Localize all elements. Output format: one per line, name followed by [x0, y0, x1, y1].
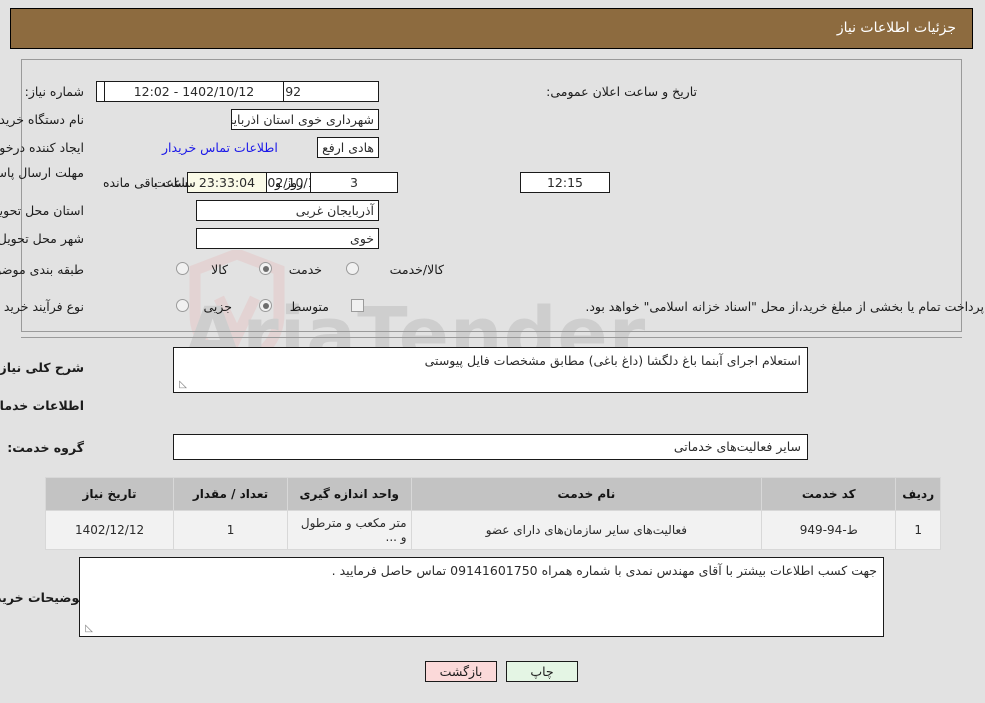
- section-divider: [22, 337, 963, 338]
- col-header-name: نام خدمت: [411, 477, 764, 511]
- public-announce-value: 1402/10/12 - 12:02: [105, 81, 285, 102]
- delivery-province-value: آذربایجان غربی: [197, 200, 380, 221]
- treasury-bond-text: پرداخت تمام یا بخشی از مبلغ خرید،از محل …: [586, 299, 985, 314]
- resize-grip-icon[interactable]: ◺: [178, 380, 188, 390]
- buyer-org-value: شهرداری خوی استان اذربایجان غربی: [232, 109, 380, 130]
- deadline-label: مهلت ارسال پاسخ: تا تاریخ:: [0, 165, 85, 180]
- table-header-row: ردیف کد خدمت نام خدمت واحد اندازه گیری ت…: [45, 477, 942, 511]
- deadline-label-text: مهلت ارسال پاسخ: تا تاریخ:: [0, 165, 85, 180]
- service-group-field[interactable]: سایر فعالیت‌های خدماتی: [174, 434, 809, 460]
- page-title: جزئیات اطلاعات نیاز: [837, 20, 957, 36]
- public-announce-label: تاریخ و ساعت اعلان عمومی:: [547, 84, 698, 99]
- buyer-notes-label: توضیحات خریدار:: [0, 590, 85, 605]
- subject-category-label: طبقه بندی موضوعی:: [0, 262, 85, 277]
- services-info-title: اطلاعات خدمات مورد نیاز: [0, 398, 85, 413]
- cell-service-code: ط-94-949: [762, 510, 898, 550]
- delivery-city-label: شهر محل تحویل:: [0, 231, 85, 246]
- countdown-timer-value: 23:33:04: [188, 172, 268, 193]
- cell-service-name: فعالیت‌های سایر سازمان‌های دارای عضو: [411, 510, 764, 550]
- request-creator-value: هادی ارفع نیا کارشناس امور مالی شهرداری …: [318, 137, 380, 158]
- radio-category-kala[interactable]: [177, 262, 190, 275]
- buyer-notes-textarea[interactable]: جهت کسب اطلاعات بیشتر با آقای مهندس نمدی…: [80, 557, 885, 637]
- deadline-time-value: 12:15: [521, 172, 611, 193]
- page-header-bar: جزئیات اطلاعات نیاز: [11, 8, 974, 49]
- need-number-label: شماره نیاز:: [25, 84, 85, 99]
- col-header-unit: واحد اندازه گیری: [287, 477, 413, 511]
- service-group-value: سایر فعالیت‌های خدماتی: [674, 439, 802, 454]
- buyer-notes-value: جهت کسب اطلاعات بیشتر با آقای مهندس نمدی…: [332, 563, 878, 578]
- print-button[interactable]: چاپ: [507, 661, 579, 682]
- cell-qty: 1: [174, 510, 289, 550]
- remaining-days-label: روز و: [276, 175, 305, 190]
- cell-row-index: 1: [896, 510, 942, 550]
- radio-category-kala-khedmat-label[interactable]: کالا/خدمت: [391, 262, 445, 277]
- delivery-city-value: خوی: [197, 228, 380, 249]
- remaining-hours-label: ساعت باقی مانده: [104, 175, 197, 190]
- table-row: 1 ط-94-949 فعالیت‌های سایر سازمان‌های دا…: [45, 510, 942, 550]
- col-header-need-date: تاریخ نیاز: [45, 477, 176, 511]
- col-header-code: کد خدمت: [762, 477, 898, 511]
- radio-category-kala-label[interactable]: کالا: [212, 262, 229, 277]
- buyer-contact-link[interactable]: اطلاعات تماس خریدار: [163, 140, 279, 155]
- remaining-days-value: 3: [311, 172, 399, 193]
- overall-need-desc-textarea[interactable]: استعلام اجرای آبنما باغ دلگشا (داغ باغی)…: [174, 347, 809, 393]
- services-table: ردیف کد خدمت نام خدمت واحد اندازه گیری ت…: [45, 477, 942, 550]
- col-header-row: ردیف: [896, 477, 942, 511]
- resize-grip-icon[interactable]: ◺: [84, 624, 94, 634]
- radio-category-khedmat-label[interactable]: خدمت: [290, 262, 323, 277]
- request-creator-label: ایجاد کننده درخواست:: [0, 140, 85, 155]
- cell-need-date: 1402/12/12: [45, 510, 176, 550]
- col-header-qty: تعداد / مقدار: [174, 477, 289, 511]
- cell-unit: متر مکعب و مترطول و ...: [287, 510, 413, 550]
- buyer-org-label: نام دستگاه خریدار:: [0, 112, 85, 127]
- delivery-province-label: استان محل تحویل:: [0, 203, 85, 218]
- purchase-process-label: نوع فرآیند خرید :: [0, 299, 85, 314]
- service-group-label: گروه خدمت:: [8, 440, 85, 455]
- overall-need-desc-value: استعلام اجرای آبنما باغ دلگشا (داغ باغی)…: [425, 353, 802, 368]
- back-button[interactable]: بازگشت: [426, 661, 498, 682]
- overall-need-desc-label: شرح کلی نیاز:: [0, 360, 85, 375]
- radio-category-kala-khedmat[interactable]: [347, 262, 360, 275]
- radio-category-khedmat[interactable]: [260, 262, 273, 275]
